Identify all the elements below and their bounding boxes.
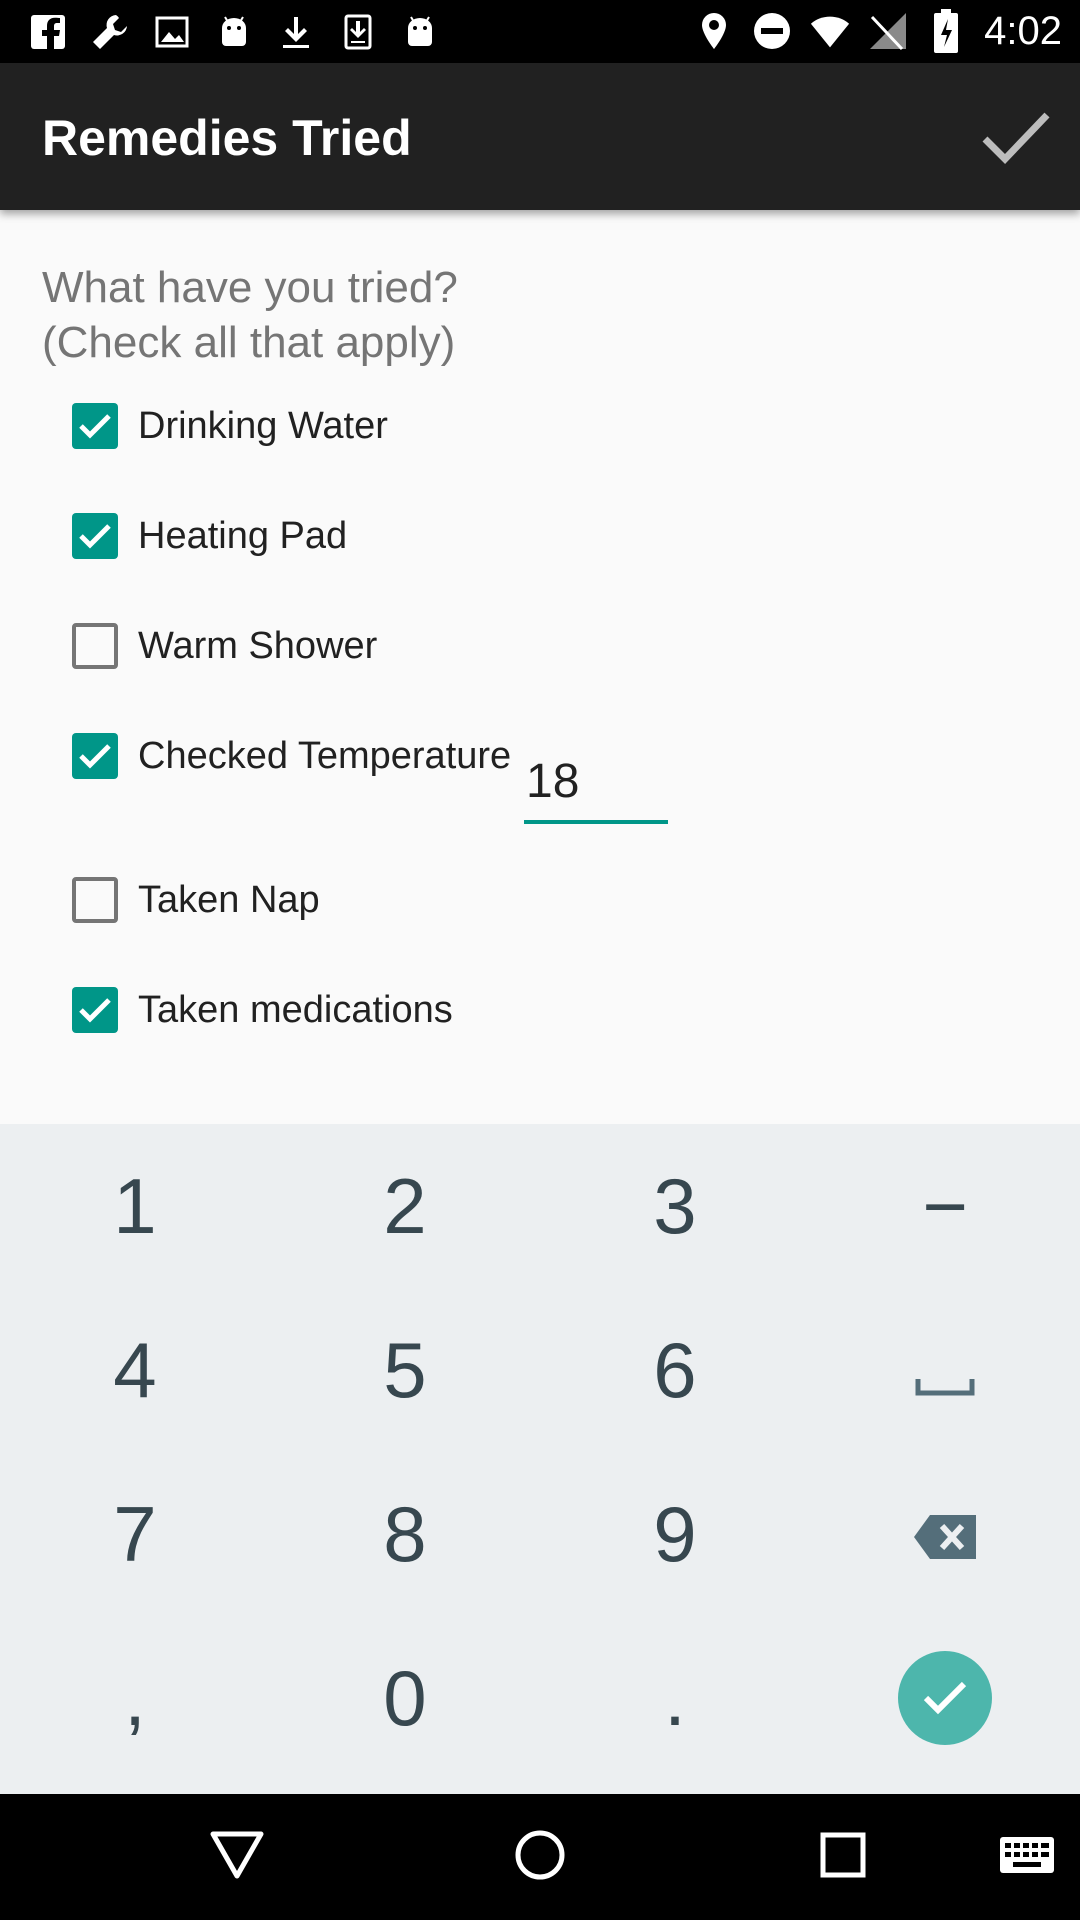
key-4[interactable]: 4 <box>0 1288 270 1452</box>
key-5[interactable]: 5 <box>270 1288 540 1452</box>
option-heating-pad[interactable]: Heating Pad <box>72 506 347 566</box>
key-period[interactable]: . <box>540 1616 810 1780</box>
option-label: Warm Shower <box>138 624 378 667</box>
checkbox-checked[interactable] <box>72 733 118 779</box>
temperature-value: 18 <box>526 755 580 808</box>
notification-icons <box>28 10 440 54</box>
option-taken-medications[interactable]: Taken medications <box>72 980 453 1040</box>
navigation-bar <box>0 1794 1080 1920</box>
key-1[interactable]: 1 <box>0 1124 270 1288</box>
back-icon <box>209 1830 265 1885</box>
recents-button[interactable] <box>808 1822 878 1892</box>
android-icon <box>400 12 440 52</box>
key-enter[interactable] <box>810 1616 1080 1780</box>
option-checked-temperature[interactable]: Checked Temperature <box>72 726 511 786</box>
download-icon <box>276 12 316 52</box>
key-7[interactable]: 7 <box>0 1452 270 1616</box>
back-button[interactable] <box>202 1822 272 1892</box>
option-label: Heating Pad <box>138 514 348 557</box>
enter-check-icon <box>898 1651 992 1745</box>
space-icon <box>915 1325 975 1416</box>
app-bar: Remedies Tried <box>0 63 1080 210</box>
system-status-icons: 4:02 <box>694 8 1062 54</box>
key-6[interactable]: 6 <box>540 1288 810 1452</box>
wrench-icon <box>90 12 130 52</box>
numeric-keyboard: 1 2 3 − 4 5 6 7 8 9 , 0 . <box>0 1124 1080 1794</box>
recents-icon <box>819 1831 867 1884</box>
checkbox-unchecked[interactable] <box>72 877 118 923</box>
battery-charging-icon <box>926 9 966 53</box>
facebook-icon <box>28 12 68 52</box>
wifi-icon <box>810 11 850 51</box>
confirm-button[interactable] <box>978 101 1054 177</box>
checkbox-checked[interactable] <box>72 513 118 559</box>
location-icon <box>694 11 734 51</box>
checkbox-checked[interactable] <box>72 987 118 1033</box>
key-3[interactable]: 3 <box>540 1124 810 1288</box>
clock: 4:02 <box>984 8 1062 53</box>
keyboard-icon <box>999 1835 1055 1880</box>
key-8[interactable]: 8 <box>270 1452 540 1616</box>
option-label: Checked Temperature <box>138 734 512 777</box>
question-line-2: (Check all that apply) <box>42 318 456 367</box>
no-sim-icon <box>868 11 908 51</box>
key-comma[interactable]: , <box>0 1616 270 1780</box>
key-minus[interactable]: − <box>810 1124 1080 1288</box>
question-line-1: What have you tried? <box>42 263 458 312</box>
option-warm-shower[interactable]: Warm Shower <box>72 616 377 676</box>
page-title: Remedies Tried <box>42 110 412 166</box>
home-button[interactable] <box>505 1822 575 1892</box>
key-0[interactable]: 0 <box>270 1616 540 1780</box>
home-icon <box>514 1829 566 1886</box>
image-icon <box>152 12 192 52</box>
key-space[interactable] <box>810 1288 1080 1452</box>
keyboard-switch-button[interactable] <box>992 1822 1062 1892</box>
temperature-input[interactable]: 18 <box>524 740 668 824</box>
option-label: Taken Nap <box>138 878 320 921</box>
option-drinking-water[interactable]: Drinking Water <box>72 396 388 456</box>
checkbox-unchecked[interactable] <box>72 623 118 669</box>
checkbox-checked[interactable] <box>72 403 118 449</box>
check-icon <box>981 109 1051 170</box>
option-label: Drinking Water <box>138 404 388 447</box>
key-backspace[interactable] <box>810 1452 1080 1616</box>
download-box-icon <box>338 12 378 52</box>
option-label: Taken medications <box>138 988 453 1031</box>
backspace-icon <box>912 1489 978 1580</box>
key-9[interactable]: 9 <box>540 1452 810 1616</box>
question-label: What have you tried? (Check all that app… <box>42 260 742 370</box>
status-bar: 4:02 <box>0 0 1080 63</box>
key-2[interactable]: 2 <box>270 1124 540 1288</box>
android-icon <box>214 12 254 52</box>
remedies-form: What have you tried? (Check all that app… <box>0 210 1080 1124</box>
option-taken-nap[interactable]: Taken Nap <box>72 870 320 930</box>
do-not-disturb-icon <box>752 11 792 51</box>
